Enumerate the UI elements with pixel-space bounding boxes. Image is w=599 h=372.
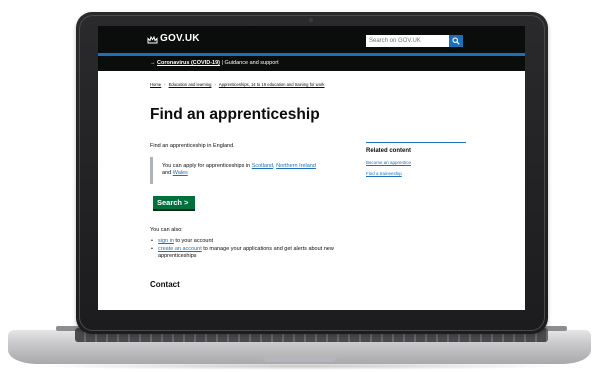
list-item: sign in to your account <box>150 238 360 245</box>
scotland-link[interactable]: Scotland <box>252 163 273 169</box>
sign-in-suffix: to your account <box>173 238 214 244</box>
inset-intro: You can apply for apprenticeships in <box>162 163 252 169</box>
covid-separator: | <box>221 60 223 66</box>
inset-text: You can apply for apprenticeships in Sco… <box>150 157 325 184</box>
browser-screen: GOV.UK Search on GOV.UK → Coronavirus (C… <box>98 26 525 310</box>
sign-in-link[interactable]: sign in <box>158 238 174 244</box>
search-button[interactable] <box>449 35 463 47</box>
lead-paragraph: Find an apprenticeship in England. <box>150 143 235 149</box>
covid-banner-text: → Coronavirus (COVID-19) | Guidance and … <box>150 60 279 66</box>
related-link-find-traineeship[interactable]: Find a traineeship <box>366 171 402 176</box>
search-icon <box>452 37 460 45</box>
can-also-text: You can also: <box>150 227 183 233</box>
breadcrumb-education[interactable]: Education and learning <box>169 82 212 87</box>
breadcrumb-separator: › <box>214 82 216 87</box>
create-account-link[interactable]: create an account <box>158 246 202 252</box>
contact-heading: Contact <box>150 280 180 289</box>
govuk-logo[interactable]: GOV.UK <box>160 33 200 44</box>
laptop-notch <box>262 356 337 362</box>
northern-ireland-link[interactable]: Northern Ireland <box>276 163 316 169</box>
covid-guidance-text: Guidance and support <box>224 60 279 66</box>
options-list: sign in to your account create an accoun… <box>150 238 360 261</box>
govuk-header: GOV.UK Search on GOV.UK <box>98 26 525 53</box>
search-input[interactable]: Search on GOV.UK <box>366 35 449 47</box>
related-link-become-apprentice[interactable]: Become an apprentice <box>366 160 411 165</box>
breadcrumb-separator: › <box>164 82 166 87</box>
crown-icon <box>147 35 158 44</box>
start-button-label: Search <box>157 198 183 207</box>
laptop-mockup: GOV.UK Search on GOV.UK → Coronavirus (C… <box>0 0 599 372</box>
camera-icon <box>309 18 313 22</box>
inset-and: and <box>162 170 173 176</box>
breadcrumb-home[interactable]: Home <box>150 82 161 87</box>
breadcrumb: Home › Education and learning › Apprenticesh… <box>150 82 325 87</box>
chevron-right-icon: > <box>184 198 189 207</box>
covid-banner: → Coronavirus (COVID-19) | Guidance and … <box>98 56 525 71</box>
covid-link[interactable]: Coronavirus (COVID-19) <box>157 60 220 66</box>
related-divider <box>366 142 466 143</box>
breadcrumb-apprenticeships[interactable]: Apprenticeships, 14 to 19 education and … <box>219 82 325 87</box>
search-start-button[interactable]: Search > <box>153 196 195 209</box>
page-title: Find an apprenticeship <box>150 106 320 123</box>
arrow-right-icon: → <box>150 60 156 66</box>
wales-link[interactable]: Wales <box>173 170 188 176</box>
list-item: create an account to manage your applica… <box>150 246 360 260</box>
related-content-heading: Related content <box>366 148 412 154</box>
